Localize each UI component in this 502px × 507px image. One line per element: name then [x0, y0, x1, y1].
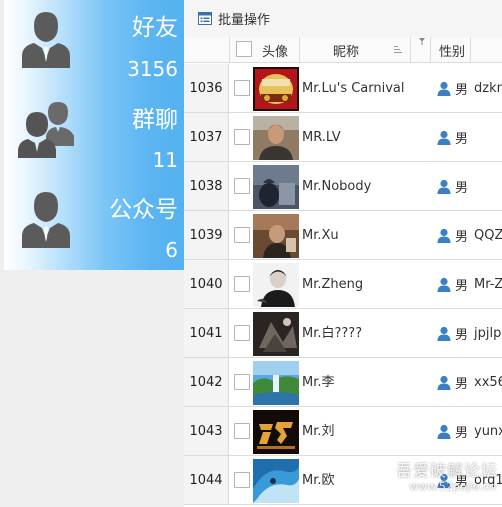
sort-icon[interactable]	[394, 45, 403, 55]
avatar	[253, 263, 299, 307]
row-id: 1038	[184, 162, 229, 210]
nickname: Mr.刘	[302, 423, 335, 439]
stats-card: 好友 3156 群聊 11 公众号 6	[4, 0, 184, 270]
table-row[interactable]: 1036 Mr.Lu's Carnival 男 dzkm	[184, 64, 502, 113]
avatar	[253, 312, 299, 356]
table-row[interactable]: 1041 Mr.白???? 男 jpjlpg	[184, 309, 502, 358]
table-header: 头像 昵称 性别	[184, 37, 502, 63]
table-row[interactable]: 1044 Mr.欧 男 orq1	[184, 456, 502, 505]
male-icon	[437, 81, 451, 96]
filter-icon[interactable]	[418, 37, 426, 46]
table-row[interactable]: 1042 Mr.李 男 xx56	[184, 358, 502, 407]
male-icon	[437, 130, 451, 145]
table-row[interactable]: 1038 Mr.Nobody 男	[184, 162, 502, 211]
nickname: Mr.白????	[302, 325, 363, 341]
row-checkbox[interactable]	[234, 374, 250, 390]
row-id: 1043	[184, 407, 229, 455]
account: dzkm	[474, 80, 502, 96]
account: QQZ	[474, 227, 502, 243]
header-divider	[410, 37, 411, 63]
row-id: 1041	[184, 309, 229, 357]
gender: 男	[455, 425, 469, 441]
gender: 男	[455, 229, 469, 245]
row-checkbox[interactable]	[234, 80, 250, 96]
groups-label: 群聊	[132, 107, 178, 133]
nickname: MR.LV	[302, 129, 341, 145]
row-checkbox[interactable]	[234, 178, 250, 194]
account: jpjlpg	[474, 325, 502, 341]
app-window: 好友 3156 群聊 11 公众号 6 批量操作 头像 昵称 性别 1036 M…	[0, 0, 502, 507]
avatar	[253, 459, 299, 503]
column-header-nickname[interactable]: 昵称	[333, 37, 359, 63]
row-checkbox[interactable]	[234, 423, 250, 439]
row-id: 1042	[184, 358, 229, 406]
avatar	[253, 214, 299, 258]
row-id: 1044	[184, 456, 229, 504]
row-checkbox[interactable]	[234, 325, 250, 341]
toolbar: 批量操作	[184, 0, 502, 37]
select-all-checkbox[interactable]	[236, 41, 252, 57]
male-icon	[437, 375, 451, 390]
header-divider	[430, 37, 431, 63]
table-row[interactable]: 1037 MR.LV 男	[184, 113, 502, 162]
gender: 男	[455, 278, 469, 294]
gender: 男	[455, 376, 469, 392]
batch-operation-button[interactable]: 批量操作	[198, 8, 270, 28]
avatar	[253, 361, 299, 405]
gender: 男	[455, 131, 469, 147]
row-checkbox[interactable]	[234, 276, 250, 292]
header-divider	[470, 37, 471, 63]
column-header-avatar[interactable]: 头像	[262, 37, 288, 63]
nickname: Mr.Lu's Carnival	[302, 80, 405, 96]
table-row[interactable]: 1040 Mr.Zheng 男 Mr-Z	[184, 260, 502, 309]
friends-count: 3156	[127, 57, 178, 81]
group-icon	[18, 102, 74, 158]
gender: 男	[455, 180, 469, 196]
gender: 男	[455, 474, 469, 490]
gender: 男	[455, 327, 469, 343]
header-divider	[229, 37, 230, 63]
batch-operation-label: 批量操作	[218, 12, 271, 28]
left-panel: 好友 3156 群聊 11 公众号 6	[0, 0, 184, 507]
nickname: Mr.Xu	[302, 227, 339, 243]
groups-count: 11	[152, 148, 178, 172]
row-checkbox[interactable]	[234, 227, 250, 243]
column-header-gender[interactable]: 性别	[439, 37, 465, 63]
row-id: 1039	[184, 211, 229, 259]
male-icon	[437, 326, 451, 341]
row-id: 1036	[184, 64, 229, 112]
table-row[interactable]: 1043 Mr.刘 男 yunx	[184, 407, 502, 456]
official-accounts-label: 公众号	[109, 197, 178, 223]
avatar	[253, 410, 299, 454]
male-icon	[437, 179, 451, 194]
avatar	[253, 165, 299, 209]
nickname: Mr.欧	[302, 472, 335, 488]
official-account-icon	[22, 192, 70, 248]
avatar	[253, 116, 299, 160]
friends-label: 好友	[132, 15, 178, 41]
account: xx56	[474, 374, 502, 390]
row-checkbox[interactable]	[234, 472, 250, 488]
male-icon	[437, 277, 451, 292]
gender: 男	[455, 82, 469, 98]
male-icon	[437, 473, 451, 488]
nickname: Mr.Nobody	[302, 178, 372, 194]
header-divider	[299, 37, 300, 63]
table-row[interactable]: 1039 Mr.Xu 男 QQZ	[184, 211, 502, 260]
account: Mr-Z	[474, 276, 502, 292]
account: orq1	[474, 472, 502, 488]
account: yunx	[474, 423, 502, 439]
nickname: Mr.Zheng	[302, 276, 364, 292]
list-icon	[198, 11, 212, 25]
avatar	[253, 67, 299, 111]
nickname: Mr.李	[302, 374, 335, 390]
row-checkbox[interactable]	[234, 129, 250, 145]
official-accounts-count: 6	[165, 238, 178, 262]
contacts-table: 头像 昵称 性别 1036 Mr.Lu's Carnival 男 dzkm	[184, 37, 502, 507]
male-icon	[437, 424, 451, 439]
row-id: 1037	[184, 113, 229, 161]
male-icon	[437, 228, 451, 243]
row-id: 1040	[184, 260, 229, 308]
user-icon	[22, 12, 70, 68]
